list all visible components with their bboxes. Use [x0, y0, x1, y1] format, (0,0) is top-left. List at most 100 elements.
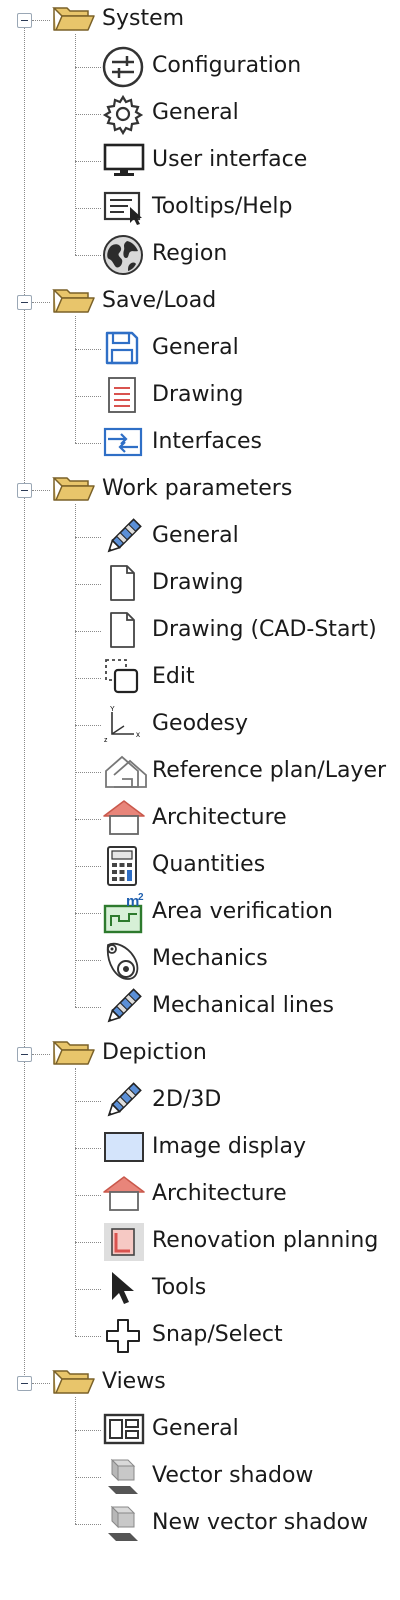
- tree-item-label[interactable]: Snap/Select: [152, 1322, 283, 1348]
- svg-text:x: x: [136, 730, 140, 739]
- tree-child-rail: [75, 1397, 76, 1524]
- gear-icon: [102, 93, 144, 135]
- shadow-block-icon: [102, 1456, 144, 1498]
- tree-connector: [75, 1289, 101, 1290]
- tree-item-label[interactable]: General: [152, 1416, 239, 1442]
- tree-item-label[interactable]: Configuration: [152, 53, 301, 79]
- tree-connector: [75, 1007, 101, 1008]
- tree-item-label[interactable]: General: [152, 335, 239, 361]
- snap-cross-icon: [102, 1315, 144, 1357]
- interfaces-icon: [102, 422, 146, 462]
- tree-item-label[interactable]: Mechanics: [152, 946, 268, 972]
- monitor-icon: [102, 140, 146, 180]
- svg-text:2: 2: [138, 892, 144, 903]
- collapse-toggle-icon[interactable]: [17, 1376, 32, 1391]
- tree-connector: [75, 819, 101, 820]
- tree-connector: [75, 1101, 101, 1102]
- renovation-icon: [102, 1221, 146, 1263]
- tree-item-label[interactable]: Mechanical lines: [152, 993, 334, 1019]
- house-icon: [102, 798, 146, 838]
- tree-item-label[interactable]: Edit: [152, 664, 195, 690]
- tree-connector: [75, 631, 101, 632]
- mechanics-icon: [102, 939, 144, 983]
- tree-group-label[interactable]: Depiction: [102, 1040, 207, 1066]
- pencil-icon: [102, 986, 144, 1028]
- tree-connector: [75, 349, 101, 350]
- tree-group-label[interactable]: Work parameters: [102, 476, 292, 502]
- tree-item-label[interactable]: Drawing (CAD-Start): [152, 617, 377, 643]
- tree-connector: [75, 161, 101, 162]
- tree-group-label[interactable]: Views: [102, 1369, 166, 1395]
- tree-connector: [75, 584, 101, 585]
- tree-child-rail: [75, 316, 76, 443]
- floppy-disk-icon: [102, 328, 142, 368]
- tree-item-label[interactable]: Tools: [152, 1275, 206, 1301]
- tree-connector: [75, 1195, 101, 1196]
- tree-child-rail: [75, 1068, 76, 1336]
- tree-item-label[interactable]: Interfaces: [152, 429, 262, 455]
- tree-item-label[interactable]: New vector shadow: [152, 1510, 368, 1536]
- blank-page-icon: [102, 610, 142, 650]
- folder-open-icon: [52, 1367, 96, 1397]
- coordinate-axes-icon: Yx z: [102, 704, 146, 748]
- tree-connector: [75, 772, 101, 773]
- tree-item-label[interactable]: Region: [152, 241, 227, 267]
- tree-item-label[interactable]: 2D/3D: [152, 1087, 221, 1113]
- tree-group-label[interactable]: Save/Load: [102, 288, 216, 314]
- tree-connector: [75, 678, 101, 679]
- tree-item-label[interactable]: Geodesy: [152, 711, 248, 737]
- tree-connector: [75, 1477, 101, 1478]
- tree-item-label[interactable]: Tooltips/Help: [152, 194, 292, 220]
- tree-item-label[interactable]: Quantities: [152, 852, 265, 878]
- area-m2-icon: m2: [102, 892, 148, 936]
- collapse-toggle-icon[interactable]: [17, 13, 32, 28]
- tree-item-label[interactable]: Reference plan/Layer: [152, 758, 386, 784]
- tree-connector: [75, 913, 101, 914]
- tree-connector: [75, 537, 101, 538]
- tree-item-label[interactable]: Vector shadow: [152, 1463, 313, 1489]
- tree-connector: [75, 396, 101, 397]
- tree-connector: [75, 1524, 101, 1525]
- tree-connector: [75, 1242, 101, 1243]
- tree-item-label[interactable]: Drawing: [152, 382, 243, 408]
- image-display-icon: [102, 1127, 146, 1167]
- tree-connector: [75, 208, 101, 209]
- tree-item-label[interactable]: Architecture: [152, 805, 287, 831]
- tree-connector: [75, 114, 101, 115]
- tree-connector: [75, 443, 101, 444]
- tree-connector: [75, 67, 101, 68]
- tree-connector: [75, 1336, 101, 1337]
- pencil-icon: [102, 516, 144, 558]
- tree-item-label[interactable]: Image display: [152, 1134, 306, 1160]
- tree-connector: [75, 1148, 101, 1149]
- tree-connector: [75, 960, 101, 961]
- settings-tree: System Configuration General User interface…: [0, 0, 400, 1600]
- tree-connector: [32, 1054, 50, 1055]
- tree-connector: [32, 1383, 50, 1384]
- edit-selection-icon: [102, 657, 142, 697]
- pencil-icon: [102, 1080, 144, 1122]
- tree-connector: [32, 20, 50, 21]
- cursor-arrow-icon: [102, 1268, 142, 1310]
- tree-connector: [75, 1430, 101, 1431]
- tree-item-label[interactable]: User interface: [152, 147, 307, 173]
- reference-plan-icon: [102, 751, 150, 791]
- collapse-toggle-icon[interactable]: [17, 295, 32, 310]
- collapse-toggle-icon[interactable]: [17, 483, 32, 498]
- collapse-toggle-icon[interactable]: [17, 1047, 32, 1062]
- tree-item-label[interactable]: General: [152, 523, 239, 549]
- tree-group-label[interactable]: System: [102, 6, 184, 32]
- tree-connector: [32, 302, 50, 303]
- tree-connector: [75, 725, 101, 726]
- tree-item-label[interactable]: Architecture: [152, 1181, 287, 1207]
- tree-item[interactable]: [0, 656, 400, 700]
- tree-connector: [75, 866, 101, 867]
- folder-open-icon: [52, 4, 96, 34]
- tree-item-label[interactable]: Area verification: [152, 899, 333, 925]
- svg-text:z: z: [104, 737, 108, 744]
- shadow-block-icon: [102, 1503, 144, 1545]
- tree-item-label[interactable]: Drawing: [152, 570, 243, 596]
- tree-item-label[interactable]: Renovation planning: [152, 1228, 378, 1254]
- tree-item-label[interactable]: General: [152, 100, 239, 126]
- folder-open-icon: [52, 286, 96, 316]
